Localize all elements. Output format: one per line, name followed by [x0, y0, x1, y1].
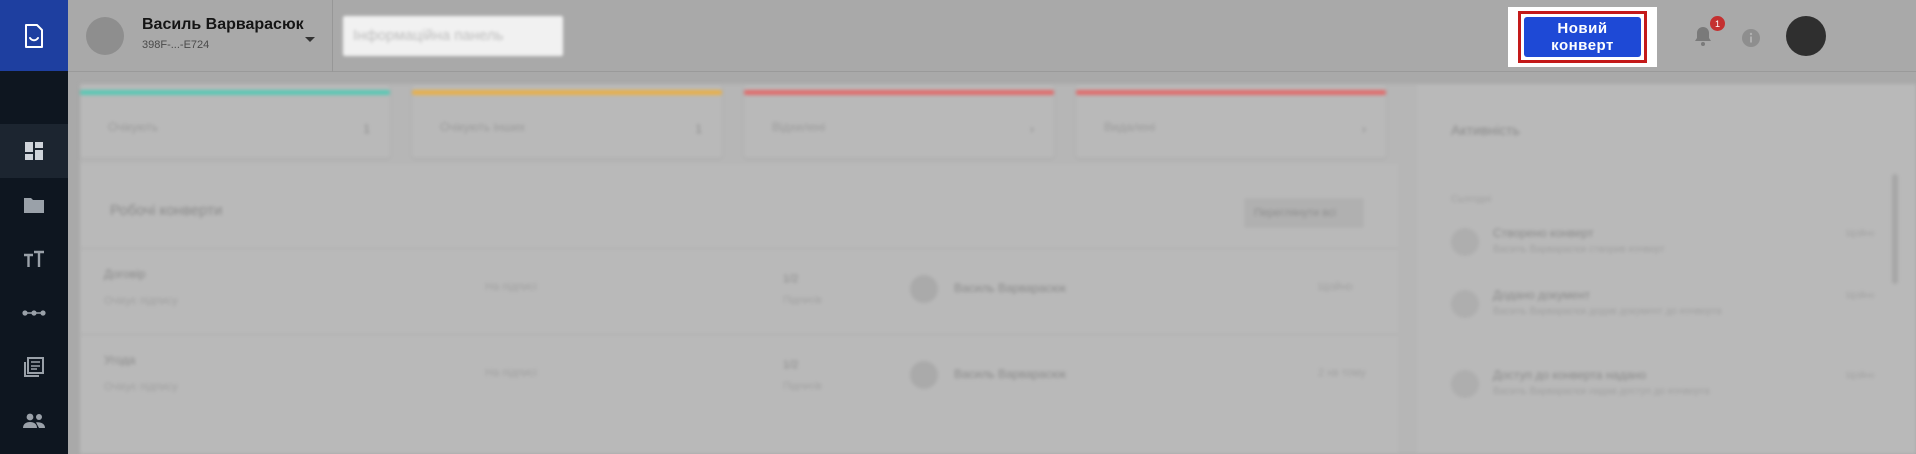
- envelope-type: Очікує підпису: [104, 381, 178, 393]
- sidebar-item-dashboard[interactable]: [0, 124, 68, 178]
- activity-icon: [1451, 290, 1479, 318]
- envelope-status: На підписі: [485, 367, 537, 379]
- notification-badge: 1: [1710, 16, 1725, 31]
- owner-name: Василь Варварасюк: [954, 367, 1066, 381]
- filter-stripe: [1076, 90, 1386, 95]
- activity-item[interactable]: Створено конверт Василь Варварасюк створ…: [1451, 222, 1875, 282]
- activity-section-label: Сьогодні: [1451, 194, 1492, 205]
- profile-avatar[interactable]: [1786, 16, 1826, 56]
- text-size-icon: [22, 249, 46, 269]
- activity-panel: Активність Сьогодні Створено конверт Вас…: [1417, 84, 1916, 454]
- activity-icon: [1451, 228, 1479, 256]
- envelope-name: Договір: [104, 267, 146, 281]
- sidebar-item-folders[interactable]: [0, 178, 68, 232]
- filter-card-rejected[interactable]: Відхилені ›: [744, 84, 1054, 158]
- owner-avatar: [910, 275, 938, 303]
- signature-count-label: Підписів: [783, 295, 822, 306]
- connection-dots-icon: [22, 308, 46, 318]
- filter-count: 1: [695, 122, 702, 136]
- divider: [332, 0, 333, 72]
- sidebar: [0, 0, 68, 454]
- sidebar-item-contacts[interactable]: [0, 394, 68, 448]
- user-name[interactable]: Василь Варварасюк: [142, 16, 304, 34]
- view-all-button[interactable]: Переглянути всі: [1244, 198, 1364, 228]
- filter-arrow: ›: [1030, 122, 1034, 136]
- activity-title: Активність: [1451, 122, 1520, 138]
- filter-arrow: ›: [1362, 122, 1366, 136]
- filter-label: Очікують інших: [440, 120, 526, 134]
- app-logo[interactable]: [0, 0, 68, 71]
- filter-label: Видалені: [1104, 120, 1156, 134]
- activity-item-title: Доступ до конверта надано: [1493, 368, 1647, 382]
- envelope-status: На підписі: [485, 281, 537, 293]
- owner-name: Василь Варварасюк: [954, 281, 1066, 295]
- dashboard-icon: [23, 140, 45, 162]
- activity-item[interactable]: Додано документ Василь Варварасюк додав …: [1451, 284, 1875, 344]
- envelope-name: Угода: [104, 353, 136, 367]
- owner-avatar: [910, 361, 938, 389]
- sidebar-item-connections[interactable]: [0, 286, 68, 340]
- people-icon: [22, 413, 46, 429]
- filter-card-waiting-others[interactable]: Очікують інших 1: [412, 84, 722, 158]
- row-time: Щойно: [1318, 281, 1353, 293]
- signature-count: 1/2: [783, 359, 799, 371]
- filter-count: 1: [363, 122, 370, 136]
- filter-card-deleted[interactable]: Видалені ›: [1076, 84, 1386, 158]
- signature-count: 1/2: [783, 273, 799, 285]
- documents-card: Робочі конверти Переглянути всі Договір …: [80, 164, 1398, 454]
- activity-icon: [1451, 370, 1479, 398]
- activity-scrollbar[interactable]: [1892, 174, 1898, 284]
- documents-title: Робочі конверти: [110, 202, 223, 219]
- sidebar-item-text[interactable]: [0, 232, 68, 286]
- dashboard-title-chip: Інформаційна панель: [343, 16, 563, 56]
- bell-icon[interactable]: [1694, 26, 1712, 51]
- info-icon[interactable]: [1741, 28, 1761, 53]
- user-id: 398F-...-E724: [142, 39, 210, 51]
- activity-item-time: Щойно: [1846, 290, 1875, 300]
- filter-stripe: [412, 90, 722, 95]
- user-avatar[interactable]: [86, 17, 124, 55]
- activity-item-time: Щойно: [1846, 370, 1875, 380]
- signature-count-label: Підписів: [783, 381, 822, 392]
- activity-item-title: Створено конверт: [1493, 226, 1594, 240]
- activity-item-title: Додано документ: [1493, 288, 1590, 302]
- table-row[interactable]: Договір Очікує підпису На підписі 1/2 Пі…: [80, 248, 1398, 334]
- chevron-down-icon[interactable]: [304, 31, 316, 49]
- dashboard-content: Очікують 1 Очікують інших 1 Відхилені › …: [80, 84, 1916, 454]
- filter-stripe: [80, 90, 390, 95]
- filter-label: Очікують: [108, 120, 159, 134]
- activity-item-time: Щойно: [1846, 228, 1875, 238]
- new-envelope-button[interactable]: Новий конверт: [1524, 17, 1641, 57]
- row-time: 2 хв тому: [1318, 367, 1366, 379]
- envelope-type: Очікує підпису: [104, 295, 178, 307]
- filter-label: Відхилені: [772, 120, 826, 134]
- library-icon: [23, 356, 45, 378]
- folder-icon: [23, 195, 45, 215]
- document-logo-icon: [22, 23, 46, 49]
- activity-item-desc: Василь Варварасюк створив конверт: [1493, 244, 1665, 255]
- filter-card-waiting[interactable]: Очікують 1: [80, 84, 390, 158]
- activity-item[interactable]: Доступ до конверта надано Василь Варвара…: [1451, 364, 1875, 424]
- sidebar-item-library[interactable]: [0, 340, 68, 394]
- activity-item-desc: Василь Варварасюк надав доступ до конвер…: [1493, 386, 1710, 397]
- activity-item-desc: Василь Варварасюк додав документ до конв…: [1493, 306, 1722, 317]
- filter-stripe: [744, 90, 1054, 95]
- table-row[interactable]: Угода Очікує підпису На підписі 1/2 Підп…: [80, 334, 1398, 420]
